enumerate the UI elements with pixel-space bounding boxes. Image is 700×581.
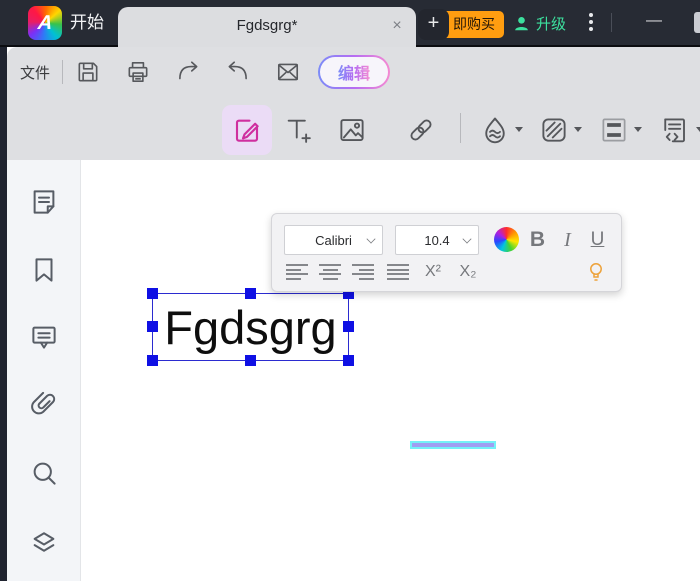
- chevron-down-icon: [462, 234, 471, 243]
- tab-document-title: Fgdsgrg*: [118, 7, 416, 45]
- email-button[interactable]: [275, 59, 301, 85]
- add-text-tool[interactable]: [283, 115, 313, 145]
- sidebar-item-bookmarks[interactable]: [29, 255, 59, 285]
- superscript-button[interactable]: X²: [418, 260, 448, 284]
- undo-button[interactable]: [225, 59, 251, 85]
- font-size-value: 10.4: [424, 233, 449, 248]
- edit-mode-label: 编辑: [338, 60, 370, 84]
- font-family-select[interactable]: Calibri: [284, 225, 383, 255]
- resize-handle-bottom-left[interactable]: [147, 355, 158, 366]
- sidebar-item-search[interactable]: [29, 458, 59, 488]
- subscript-button[interactable]: X₂: [453, 260, 483, 284]
- font-family-value: Calibri: [315, 233, 352, 248]
- undo-icon: [225, 59, 251, 85]
- page-background-dropdown-icon[interactable]: [574, 127, 582, 132]
- resize-handle-middle-right[interactable]: [343, 321, 354, 332]
- bookmark-icon: [29, 255, 59, 285]
- email-icon: [275, 59, 301, 85]
- font-color-wheel-icon[interactable]: [494, 227, 519, 252]
- text-cursor-highlight[interactable]: [410, 441, 496, 449]
- edit-text-icon: [232, 115, 262, 145]
- toolbar-divider: [460, 113, 461, 143]
- sidebar-item-notes[interactable]: [29, 187, 59, 217]
- resize-handle-middle-left[interactable]: [147, 321, 158, 332]
- document-canvas[interactable]: Fgdsgrg Calibri 10.4 B I U: [81, 160, 700, 581]
- upgrade-label: 升级: [536, 13, 566, 34]
- underline-button[interactable]: U: [584, 225, 611, 255]
- window-left-edge: [0, 47, 7, 581]
- close-tab-icon[interactable]: ×: [386, 15, 408, 37]
- app-logo-icon[interactable]: A: [28, 6, 62, 40]
- document-code-tool[interactable]: [659, 115, 689, 145]
- search-icon: [29, 458, 59, 488]
- image-icon: [337, 115, 367, 145]
- header-footer-tool[interactable]: [599, 115, 629, 145]
- person-icon: [512, 14, 531, 33]
- header-footer-dropdown-icon[interactable]: [634, 127, 642, 132]
- redo-icon: [175, 59, 201, 85]
- resize-handle-bottom-middle[interactable]: [245, 355, 256, 366]
- link-icon: [406, 115, 436, 145]
- upgrade-button[interactable]: 升级: [512, 10, 566, 36]
- resize-handle-top-left[interactable]: [147, 288, 158, 299]
- save-button[interactable]: [75, 59, 101, 85]
- edit-text-tool-active[interactable]: [222, 105, 272, 155]
- attachment-icon: [29, 389, 59, 419]
- new-tab-button[interactable]: +: [418, 9, 449, 40]
- align-center-button[interactable]: [319, 264, 341, 281]
- watermark-dropdown-icon[interactable]: [515, 127, 523, 132]
- bold-button[interactable]: B: [524, 225, 551, 255]
- selected-text[interactable]: Fgdsgrg: [164, 300, 336, 355]
- header-footer-icon: [599, 115, 629, 145]
- chevron-down-icon: [366, 234, 375, 243]
- sidebar-item-comments[interactable]: [29, 322, 59, 352]
- pdf-editor-window: A 开始 Fgdsgrg* × 即购买 + 升级 — 文件: [0, 0, 700, 581]
- thumbnail-note-icon: [29, 187, 59, 217]
- page-background-tool[interactable]: [539, 115, 569, 145]
- maximize-button-partial[interactable]: [694, 12, 700, 33]
- comment-icon: [29, 322, 59, 352]
- layers-icon: [29, 527, 59, 557]
- link-tool[interactable]: [406, 115, 436, 145]
- more-menu-icon[interactable]: [585, 13, 597, 31]
- edit-mode-button[interactable]: 编辑: [318, 55, 390, 89]
- document-code-icon: [659, 115, 689, 145]
- tab-home[interactable]: 开始: [64, 0, 110, 45]
- page-background-icon: [539, 115, 569, 145]
- watermark-icon: [480, 115, 510, 145]
- app-logo-letter: A: [37, 12, 54, 35]
- lightbulb-icon[interactable]: [586, 261, 606, 283]
- print-icon: [125, 59, 151, 85]
- text-selection-box[interactable]: Fgdsgrg: [152, 293, 349, 361]
- image-tool[interactable]: [337, 115, 367, 145]
- justify-button[interactable]: [387, 264, 409, 281]
- sidebar-item-layers[interactable]: [29, 527, 59, 557]
- minimize-button[interactable]: —: [633, 0, 675, 45]
- navigation-sidebar: [7, 160, 81, 581]
- redo-button[interactable]: [175, 59, 201, 85]
- text-format-panel: Calibri 10.4 B I U X² X: [271, 213, 622, 292]
- align-left-button[interactable]: [286, 264, 308, 281]
- file-menu[interactable]: 文件: [20, 62, 50, 83]
- add-text-icon: [283, 115, 313, 145]
- titlebar-divider: [611, 13, 612, 32]
- italic-button[interactable]: I: [554, 225, 581, 255]
- toolbar: 文件: [7, 47, 700, 160]
- print-button[interactable]: [125, 59, 151, 85]
- toolbar-divider: [62, 60, 63, 84]
- resize-handle-bottom-right[interactable]: [343, 355, 354, 366]
- save-icon: [75, 59, 101, 85]
- font-size-select[interactable]: 10.4: [395, 225, 479, 255]
- sidebar-item-attachments[interactable]: [29, 389, 59, 419]
- document-code-dropdown-icon[interactable]: [696, 127, 700, 132]
- align-right-button[interactable]: [352, 264, 374, 281]
- tab-document-active[interactable]: Fgdsgrg* ×: [118, 7, 416, 47]
- watermark-tool[interactable]: [480, 115, 510, 145]
- titlebar: A 开始 Fgdsgrg* × 即购买 + 升级 —: [0, 0, 700, 47]
- resize-handle-top-middle[interactable]: [245, 288, 256, 299]
